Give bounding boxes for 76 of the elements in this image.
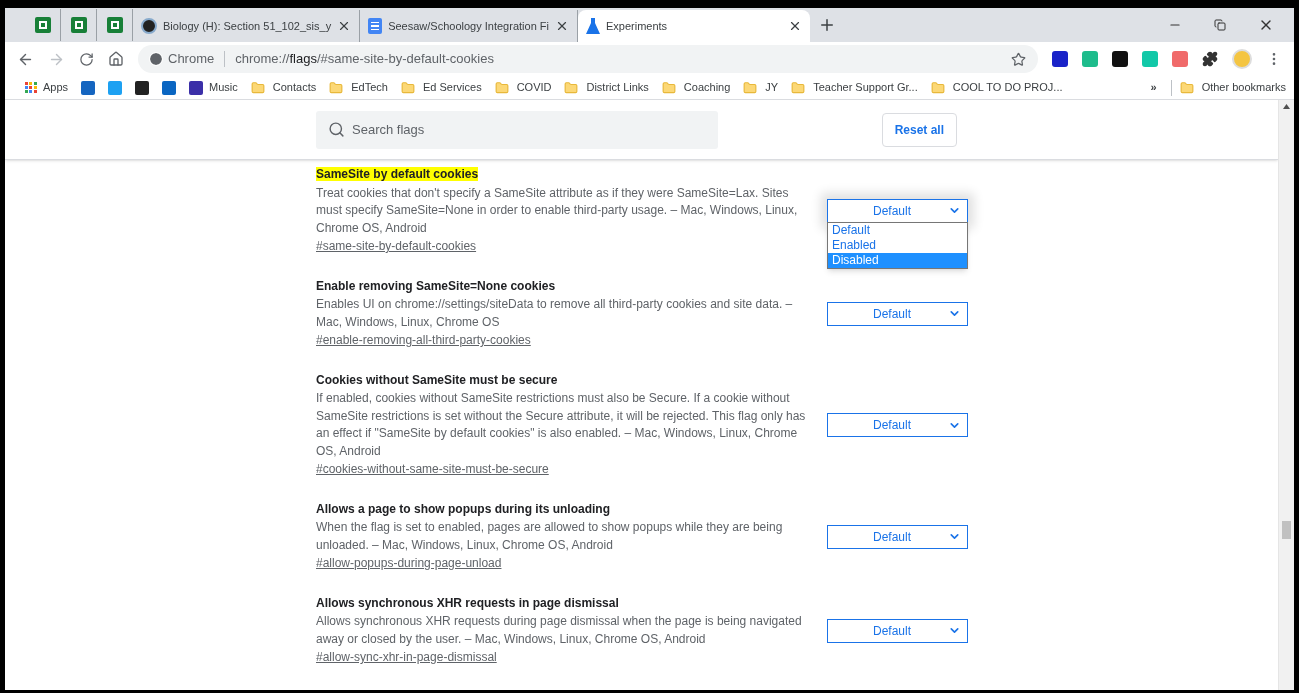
bookmark-folder[interactable]: COVID bbox=[494, 79, 552, 96]
flask-icon bbox=[586, 18, 600, 34]
folder-icon bbox=[930, 80, 945, 95]
site-favicon-icon[interactable] bbox=[135, 80, 150, 95]
flag-anchor-link[interactable]: #allow-sync-xhr-in-page-dismissal bbox=[316, 649, 497, 667]
flag-title: SameSite by default cookies bbox=[316, 167, 479, 181]
restore-icon[interactable] bbox=[1214, 19, 1226, 31]
site-favicon-icon bbox=[189, 80, 204, 95]
flag-description: If enabled, cookies without SameSite restrictions must also be Secure. If a cookie without SameSite restrictions is set without the Secure attribute, it will be rejected. This flag only has an effect if "SameSite by default cookies" is also enabled. – Mac, Windows, Linux, Chrome OS, Android bbox=[316, 390, 807, 460]
search-icon bbox=[328, 120, 345, 138]
home-icon[interactable] bbox=[108, 51, 124, 67]
spreadsheet-icon bbox=[70, 17, 87, 33]
bookmark-folder[interactable]: District Links bbox=[564, 79, 649, 96]
folder-icon bbox=[250, 80, 265, 95]
folder-icon bbox=[791, 80, 806, 95]
document-icon bbox=[368, 18, 383, 34]
bookmark-folder[interactable]: JY bbox=[743, 79, 779, 96]
url-text: chrome://flags/#same-site-by-default-cookies bbox=[235, 50, 494, 69]
scrollbar[interactable] bbox=[1278, 100, 1294, 690]
reload-icon[interactable] bbox=[79, 51, 94, 67]
tab-title: Seesaw/Schoology Integration Fi bbox=[388, 18, 549, 34]
flag-description: Allows synchronous XHR requests during page dismissal when the page is being navigated away or closed by the user. – Mac, Windows, Linux, Chrome OS, Android bbox=[316, 613, 803, 648]
bookmark-folder[interactable]: Contacts bbox=[250, 79, 317, 96]
flag-title: Enable removing SameSite=None cookies bbox=[316, 278, 556, 293]
tab-title: Experiments bbox=[606, 18, 669, 34]
flag-anchor-link[interactable]: #same-site-by-default-cookies bbox=[316, 238, 477, 256]
address-bar[interactable]: Chrome chrome://flags/#same-site-by-default-cookies bbox=[138, 45, 1038, 73]
bookmark-star-icon[interactable] bbox=[1011, 51, 1026, 67]
scroll-up-arrow-icon[interactable] bbox=[1283, 104, 1290, 109]
extension-icon[interactable] bbox=[1112, 51, 1128, 67]
folder-icon bbox=[661, 80, 676, 95]
flag-select[interactable]: Default bbox=[827, 413, 968, 437]
bookmark-folder[interactable]: COOL TO DO PROJ... bbox=[930, 79, 1063, 96]
bookmark-folder[interactable]: Coaching bbox=[661, 79, 731, 96]
other-bookmarks-folder[interactable]: Other bookmarks bbox=[1179, 79, 1286, 96]
folder-icon bbox=[400, 80, 415, 95]
extension-icon[interactable] bbox=[1052, 51, 1068, 67]
new-tab-icon[interactable] bbox=[818, 16, 836, 34]
folder-icon bbox=[329, 80, 344, 95]
flag-description: Treat cookies that don't specify a SameSite attribute as if they were SameSite=Lax. Sites must specify SameSite=None in order to enable third-party usage. – Mac, Windows, Linux, Chrome OS, Android bbox=[316, 184, 799, 237]
browser-tab[interactable]: Experiments bbox=[578, 10, 810, 42]
origin-label: Chrome bbox=[168, 50, 215, 69]
extensions-icon[interactable] bbox=[1202, 51, 1218, 67]
flag-anchor-link[interactable]: #cookies-without-same-site-must-be-secure bbox=[316, 461, 549, 479]
flag-anchor-link[interactable]: #enable-removing-all-third-party-cookies bbox=[316, 332, 531, 350]
flag-select[interactable]: Default bbox=[827, 524, 968, 549]
tab-title: Biology (H): Section 51_102_sis_y bbox=[163, 18, 332, 34]
bookmark-item[interactable]: Music bbox=[189, 79, 238, 96]
spreadsheet-icon bbox=[106, 17, 123, 33]
flag-title: Allows synchronous XHR requests in page dismissal bbox=[316, 595, 619, 610]
reset-all-button[interactable]: Reset all bbox=[881, 112, 957, 147]
flag-description: Enables UI on chrome://settings/siteData to remove all third-party cookies and site data. – Mac, Windows, Linux, Chrome OS bbox=[316, 296, 794, 331]
folder-icon bbox=[494, 80, 509, 95]
flag-select[interactable]: Default bbox=[827, 198, 968, 223]
flag-description: When the flag is set to enabled, pages are allowed to show popups while they are being unloaded. – Mac, Windows, Linux, Chrome OS, Android bbox=[316, 519, 784, 554]
flag-anchor-link[interactable]: #allow-popups-during-page-unload bbox=[316, 555, 502, 573]
more-bookmarks-button[interactable]: » bbox=[1144, 79, 1163, 96]
close-icon[interactable] bbox=[788, 19, 802, 33]
apps-shortcut[interactable]: Apps bbox=[25, 79, 69, 96]
dropdown-option[interactable]: Default bbox=[828, 222, 967, 238]
flag-title: Cookies without SameSite must be secure bbox=[316, 372, 558, 387]
spreadsheet-icon bbox=[34, 17, 51, 33]
scrollbar-thumb[interactable] bbox=[1282, 521, 1291, 539]
bookmark-folder[interactable]: EdTech bbox=[329, 79, 388, 96]
apps-grid-icon bbox=[25, 82, 37, 93]
search-field[interactable]: Search flags bbox=[316, 110, 718, 149]
close-icon[interactable] bbox=[555, 19, 569, 33]
bookmark-folder[interactable]: Teacher Support Gr... bbox=[791, 79, 918, 96]
folder-icon bbox=[743, 80, 758, 95]
folder-icon bbox=[564, 80, 579, 95]
dropdown-option[interactable]: Enabled bbox=[828, 237, 967, 253]
bookmark-folder[interactable]: Ed Services bbox=[400, 79, 482, 96]
flag-select[interactable]: Default bbox=[827, 618, 968, 643]
folder-icon bbox=[1179, 80, 1194, 95]
flag-select[interactable]: Default bbox=[827, 301, 968, 326]
flag-title: Allows a page to show popups during its unloading bbox=[316, 501, 610, 516]
